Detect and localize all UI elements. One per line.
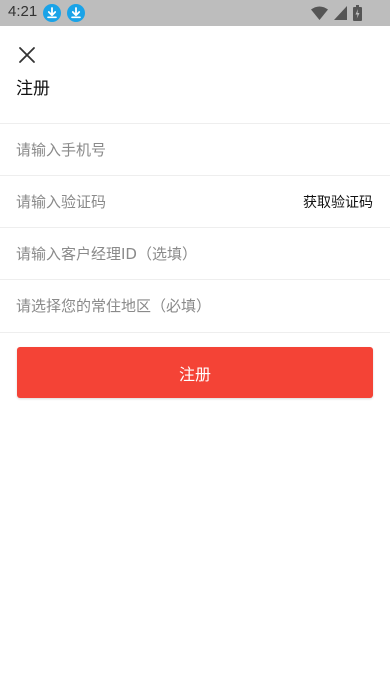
download-icon: [43, 4, 61, 22]
region-row[interactable]: [0, 279, 390, 333]
get-code-button[interactable]: 获取验证码: [303, 176, 373, 227]
manager-id-row: [0, 227, 390, 279]
register-button[interactable]: 注册: [17, 347, 373, 398]
verification-code-input[interactable]: [16, 176, 286, 227]
code-row: 获取验证码: [0, 175, 390, 227]
phone-input[interactable]: [16, 124, 366, 175]
wifi-icon: [311, 6, 328, 20]
battery-icon: [353, 5, 362, 21]
page-title: 注册: [16, 79, 50, 99]
download-icon: [67, 4, 85, 22]
signal-icon: [334, 6, 347, 20]
manager-id-input[interactable]: [16, 228, 366, 279]
region-select[interactable]: [16, 280, 366, 332]
phone-row: [0, 123, 390, 175]
status-time: 4:21: [8, 3, 38, 20]
register-form: 获取验证码: [0, 123, 390, 333]
status-bar: 4:21: [0, 0, 390, 26]
status-icons: [311, 4, 362, 22]
close-icon[interactable]: [16, 44, 38, 66]
